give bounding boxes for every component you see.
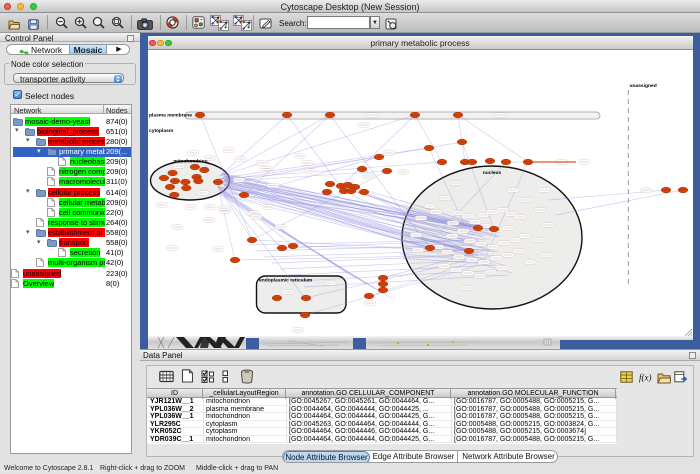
svg-text:plasma membrane: plasma membrane [149, 113, 192, 119]
svg-text:f(x): f(x) [639, 373, 652, 383]
svg-text:nucleus: nucleus [482, 170, 501, 176]
svg-text:endoplasmic reticulum: endoplasmic reticulum [259, 278, 313, 284]
svg-text:cytoplasm: cytoplasm [149, 128, 174, 134]
svg-text:unassigned: unassigned [629, 83, 656, 89]
